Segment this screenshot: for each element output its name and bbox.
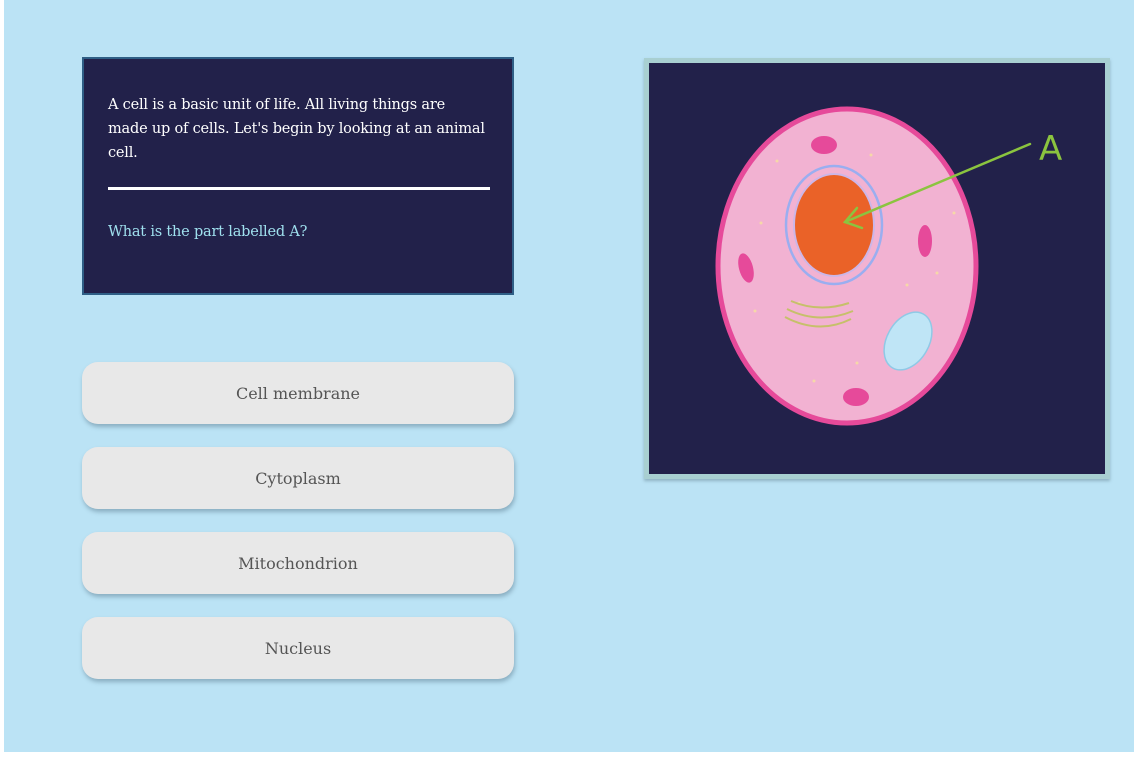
cell-diagram: A [649, 63, 1105, 474]
organelle-bottom [843, 388, 869, 406]
intro-text: A cell is a basic unit of life. All livi… [108, 97, 485, 161]
answer-button-nucleus[interactable]: Nucleus [82, 617, 514, 679]
question-panel: A cell is a basic unit of life. All livi… [82, 57, 514, 295]
organelle-right [918, 225, 932, 257]
answer-button-mitochondrion[interactable]: Mitochondrion [82, 532, 514, 594]
label-a: A [1039, 129, 1062, 169]
quiz-stage: A cell is a basic unit of life. All livi… [4, 0, 1134, 752]
cell-diagram-frame: A [644, 58, 1110, 479]
answer-button-cell-membrane[interactable]: Cell membrane [82, 362, 514, 424]
answer-button-cytoplasm[interactable]: Cytoplasm [82, 447, 514, 509]
answer-list: Cell membrane Cytoplasm Mitochondrion Nu… [82, 362, 514, 702]
nucleus [793, 173, 875, 277]
divider [108, 187, 490, 190]
animal-cell-illustration: A [715, 106, 1062, 426]
organelle-top [811, 136, 837, 154]
question-text: What is the part labelled A? [108, 224, 308, 240]
